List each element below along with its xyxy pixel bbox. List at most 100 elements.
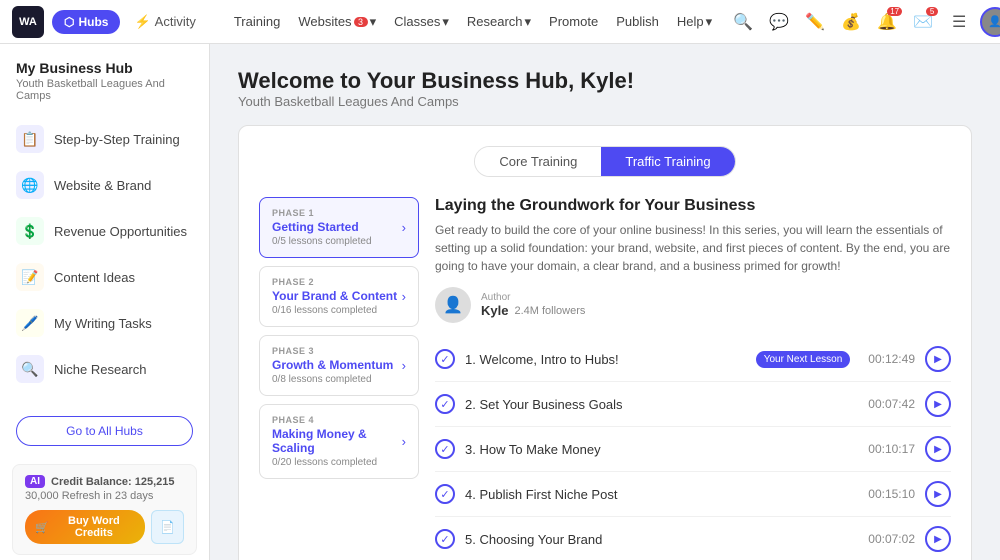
revenue-icon: 💲 <box>16 217 44 245</box>
top-navigation: WA ⬡ Hubs ⚡ Activity Training Websites 3… <box>0 0 1000 44</box>
nav-publish[interactable]: Publish <box>608 10 667 33</box>
search-button[interactable]: 🔍 <box>728 7 758 37</box>
lesson-3-play-button[interactable]: ▶ <box>925 436 951 462</box>
goto-all-hubs-button[interactable]: Go to All Hubs <box>16 416 193 446</box>
lessons-panel: Laying the Groundwork for Your Business … <box>435 197 951 560</box>
author-avatar: 👤 <box>435 287 471 323</box>
lesson-row: ✓ 1. Welcome, Intro to Hubs! Your Next L… <box>435 337 951 382</box>
lesson-1-play-button[interactable]: ▶ <box>925 346 951 372</box>
welcome-title: Welcome to Your Business Hub, Kyle! <box>238 68 972 94</box>
user-avatar[interactable]: 👤 <box>980 7 1000 37</box>
list-button[interactable]: ☰ <box>944 7 974 37</box>
app-layout: My Business Hub Youth Basketball Leagues… <box>0 44 1000 560</box>
phase-2-card[interactable]: PHASE 2 Your Brand & Content › 0/16 less… <box>259 266 419 327</box>
lesson-row: ✓ 3. How To Make Money 00:10:17 ▶ <box>435 427 951 472</box>
mail-button[interactable]: ✉️5 <box>908 7 938 37</box>
tab-traffic-training[interactable]: Traffic Training <box>601 147 734 176</box>
lesson-5-play-button[interactable]: ▶ <box>925 526 951 552</box>
phases-panel: PHASE 1 Getting Started › 0/5 lessons co… <box>259 197 419 560</box>
credit-refresh-text: 30,000 Refresh in 23 days <box>25 490 184 502</box>
lesson-check-1: ✓ <box>435 349 455 369</box>
hub-title: My Business Hub <box>0 60 209 76</box>
nav-websites[interactable]: Websites 3 ▾ <box>290 10 384 34</box>
sidebar: My Business Hub Youth Basketball Leagues… <box>0 44 210 560</box>
chat-button[interactable]: 💬 <box>764 7 794 37</box>
lesson-check-5: ✓ <box>435 529 455 549</box>
content-icon: 📝 <box>16 263 44 291</box>
wa-logo: WA <box>12 6 44 38</box>
lesson-check-4: ✓ <box>435 484 455 504</box>
sidebar-item-training[interactable]: 📋 Step-by-Step Training <box>0 116 209 162</box>
nav-help[interactable]: Help ▾ <box>669 10 720 34</box>
credit-box: AI Credit Balance: 125,215 30,000 Refres… <box>12 464 197 555</box>
hubs-icon: ⬡ <box>64 15 74 29</box>
phase-3-card[interactable]: PHASE 3 Growth & Momentum › 0/8 lessons … <box>259 335 419 396</box>
phase-4-card[interactable]: PHASE 4 Making Money & Scaling › 0/20 le… <box>259 404 419 479</box>
activity-link[interactable]: ⚡ Activity <box>128 10 201 34</box>
lesson-3-title: 3. How To Make Money <box>465 442 850 457</box>
welcome-subtitle: Youth Basketball Leagues And Camps <box>238 94 972 109</box>
nav-promote[interactable]: Promote <box>541 10 606 33</box>
phase-1-card[interactable]: PHASE 1 Getting Started › 0/5 lessons co… <box>259 197 419 258</box>
lesson-1-time: 00:12:49 <box>868 352 915 366</box>
lesson-2-play-button[interactable]: ▶ <box>925 391 951 417</box>
phase-4-title: Making Money & Scaling <box>272 427 402 455</box>
buy-credits-button[interactable]: 🛒 Buy Word Credits <box>25 510 145 544</box>
sidebar-item-writing-tasks[interactable]: 🖊️ My Writing Tasks <box>0 300 209 346</box>
chevron-down-icon: ▾ <box>370 14 377 30</box>
hub-subtitle: Youth Basketball Leagues And Camps <box>0 76 209 116</box>
main-content: Welcome to Your Business Hub, Kyle! Yout… <box>210 44 1000 560</box>
training-layout: PHASE 1 Getting Started › 0/5 lessons co… <box>259 197 951 560</box>
training-tab-bar: Core Training Traffic Training <box>474 146 735 177</box>
phase-2-title: Your Brand & Content <box>272 289 397 303</box>
phase-3-title: Growth & Momentum <box>272 358 393 372</box>
nav-training[interactable]: Training <box>226 10 288 33</box>
author-info: Author Kyle 2.4M followers <box>481 292 585 318</box>
author-name: Kyle <box>481 303 508 318</box>
ai-badge: AI <box>25 475 45 488</box>
credit-buttons: 🛒 Buy Word Credits 📄 <box>25 510 184 544</box>
sidebar-item-website-brand[interactable]: 🌐 Website & Brand <box>0 162 209 208</box>
lesson-5-title: 5. Choosing Your Brand <box>465 532 850 547</box>
tab-core-training[interactable]: Core Training <box>475 147 601 176</box>
phase-3-label: PHASE 3 <box>272 346 406 356</box>
lesson-4-time: 00:15:10 <box>868 487 915 501</box>
chevron-down-icon: ▾ <box>525 14 532 30</box>
hubs-button[interactable]: ⬡ Hubs <box>52 10 120 34</box>
phase-1-progress: 0/5 lessons completed <box>272 236 406 247</box>
chevron-right-icon: › <box>402 358 406 373</box>
nav-links: Training Websites 3 ▾ Classes ▾ Research… <box>226 10 720 34</box>
writing-icon: 🖊️ <box>16 309 44 337</box>
sidebar-item-revenue[interactable]: 💲 Revenue Opportunities <box>0 208 209 254</box>
chevron-right-icon: › <box>402 434 406 449</box>
nav-classes[interactable]: Classes ▾ <box>386 10 457 34</box>
nav-icon-group: 🔍 💬 ✏️ 💰 🔔17 ✉️5 ☰ 👤 <box>728 7 1000 37</box>
author-label: Author <box>481 292 585 303</box>
doc-button[interactable]: 📄 <box>151 510 184 544</box>
training-icon: 📋 <box>16 125 44 153</box>
nav-research[interactable]: Research ▾ <box>459 10 539 34</box>
cart-icon: 🛒 <box>35 521 49 534</box>
lesson-row: ✓ 2. Set Your Business Goals 00:07:42 ▶ <box>435 382 951 427</box>
lesson-row: ✓ 4. Publish First Niche Post 00:15:10 ▶ <box>435 472 951 517</box>
next-lesson-badge: Your Next Lesson <box>756 351 851 368</box>
author-followers: 2.4M followers <box>514 305 585 317</box>
lesson-4-play-button[interactable]: ▶ <box>925 481 951 507</box>
lesson-5-time: 00:07:02 <box>868 532 915 546</box>
sidebar-item-content-ideas[interactable]: 📝 Content Ideas <box>0 254 209 300</box>
lesson-4-title: 4. Publish First Niche Post <box>465 487 850 502</box>
lightning-icon: ⚡ <box>134 14 150 30</box>
lesson-1-title: 1. Welcome, Intro to Hubs! <box>465 352 746 367</box>
lesson-section-desc: Get ready to build the core of your onli… <box>435 221 951 275</box>
phase-1-label: PHASE 1 <box>272 208 406 218</box>
bell-button[interactable]: 🔔17 <box>872 7 902 37</box>
lesson-check-3: ✓ <box>435 439 455 459</box>
training-card: Core Training Traffic Training PHASE 1 G… <box>238 125 972 560</box>
wallet-button[interactable]: 💰 <box>836 7 866 37</box>
ai-label: AI Credit Balance: 125,215 <box>25 475 184 488</box>
lesson-check-2: ✓ <box>435 394 455 414</box>
phase-1-title: Getting Started <box>272 220 359 234</box>
sidebar-item-niche-research[interactable]: 🔍 Niche Research <box>0 346 209 392</box>
website-icon: 🌐 <box>16 171 44 199</box>
pencil-button[interactable]: ✏️ <box>800 7 830 37</box>
